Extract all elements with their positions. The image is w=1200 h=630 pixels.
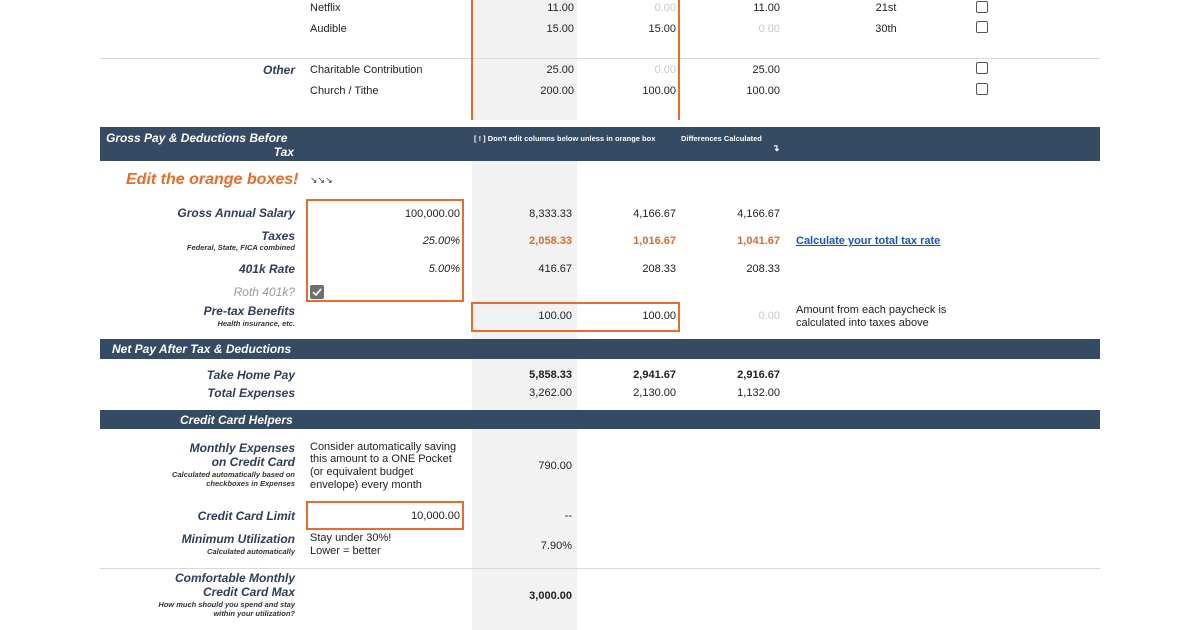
editable-column-border-right [678,0,680,120]
edit-orange-boxes-hint: Edit the orange boxes! [126,171,299,188]
min-utilization-description: Stay under 30%! [310,532,392,544]
expense-paycheck2: 25.00 [752,64,780,76]
differences-calculated-note: Differences Calculated [681,134,762,143]
comfortable-max-sublabel: How much should you spend and stay [158,600,295,609]
take-home-paycheck2: 2,916.67 [737,369,780,381]
salary-monthly: 8,333.33 [529,208,572,220]
pretax-note: Amount from each paycheck is [796,304,947,316]
k401-paycheck2: 208.33 [746,263,780,275]
editable-column-border-left [471,0,473,120]
monthly-column-bg-top [472,0,577,120]
taxes-paycheck2: 1,041.67 [737,235,780,247]
pretax-input-box [471,302,680,332]
k401-rate-label: 401k Rate [238,262,295,276]
cc-monthly-sublabel: Calculated automatically based on [172,470,295,479]
section-title: Credit Card Helpers [180,413,293,427]
expense-total: 11.00 [547,2,574,14]
expense-paycheck2: 11.00 [753,2,780,14]
cc-monthly-description: Consider automatically saving [310,441,457,453]
down-arrow-icon: ↴ [772,143,780,153]
section-divider [100,58,1100,59]
take-home-label: Take Home Pay [206,368,295,382]
pretax-paycheck2: 0.00 [758,310,780,322]
expense-paycheck1: 100.00 [642,85,676,97]
cc-limit-value: -- [564,510,572,522]
net-pay-section-header: Net Pay After Tax & Deductions [100,339,1100,359]
total-expenses-paycheck2: 1,132.00 [737,387,780,399]
section-title: Gross Pay & Deductions Before [106,131,288,145]
total-expenses-monthly: 3,262.00 [529,387,572,399]
gross-pay-section-header: Gross Pay & Deductions Before Tax [ ! ] … [100,127,1100,161]
cc-monthly-sublabel-cont: checkboxes in Expenses [206,479,295,488]
expense-credit-card-checkbox[interactable] [976,21,988,33]
k401-paycheck1: 208.33 [642,263,676,275]
salary-paycheck2: 4,166.67 [737,208,780,220]
take-home-paycheck1: 2,941.67 [633,369,676,381]
min-utilization-label: Minimum Utilization [181,532,295,546]
pretax-note-cont: calculated into taxes above [796,317,929,329]
expense-paycheck1: 0.00 [654,2,676,14]
roth-401k-label: Roth 401k? [233,285,295,299]
section-title: Net Pay After Tax & Deductions [112,342,292,356]
expense-name: Charitable Contribution [310,64,423,76]
taxes-label: Taxes [261,229,295,243]
expense-paycheck1: 15.00 [648,23,676,35]
edit-warning-note: [ ! ] Don't edit columns below unless in… [474,134,656,143]
expense-due-date: 30th [875,23,897,35]
min-utilization-sublabel: Calculated automatically [207,547,295,556]
min-utilization-value: 7.90% [540,540,572,552]
expense-due-date: 21st [875,2,897,14]
total-expenses-label: Total Expenses [207,386,295,400]
total-expenses-paycheck1: 2,130.00 [633,387,676,399]
pretax-benefits-label: Pre-tax Benefits [203,304,295,318]
comfortable-max-label-cont: Credit Card Max [202,585,295,599]
expense-total: 15.00 [546,23,574,35]
category-label-other: Other [262,63,295,77]
salary-paycheck1: 4,166.67 [633,208,676,220]
section-title-cont: Tax [273,145,294,159]
expense-paycheck2: 0.00 [758,23,780,35]
comfortable-max-label: Comfortable Monthly [175,571,295,585]
expense-total: 25.00 [546,64,574,76]
taxes-sublabel: Federal, State, FICA combined [186,243,295,252]
arrow-icon: ↘↘↘ [310,175,333,185]
expense-paycheck2: 100.00 [746,85,780,97]
monthly-column-bg-net [472,359,577,411]
cc-limit-label: Credit Card Limit [197,509,295,523]
cc-monthly-description: envelope) every month [310,479,422,491]
credit-card-section-header: Credit Card Helpers [100,410,1100,429]
expense-paycheck1: 0.00 [654,64,676,76]
expense-name: Netflix [310,2,341,14]
comfortable-max-sublabel-cont: within your utilization? [213,609,295,618]
taxes-paycheck1: 1,016.67 [633,235,676,247]
expense-name: Audible [310,23,347,35]
expense-name: Church / Tithe [310,85,379,97]
expense-credit-card-checkbox[interactable] [976,1,988,13]
k401-monthly: 416.67 [538,263,572,275]
calculate-tax-rate-link[interactable]: Calculate your total tax rate [796,235,940,247]
cc-limit-input[interactable]: 10,000.00 [310,510,460,522]
cc-monthly-description: (or equivalent budget [310,466,414,478]
taxes-monthly: 2,058.33 [529,235,572,247]
section-divider [100,568,1100,569]
gross-salary-label: Gross Annual Salary [177,206,295,220]
take-home-monthly: 5,858.33 [529,369,572,381]
cc-monthly-label: Monthly Expenses [189,441,295,455]
cc-monthly-label-cont: on Credit Card [211,455,295,469]
expense-total: 200.00 [540,85,574,97]
pretax-benefits-sublabel: Health insurance, etc. [217,319,295,328]
cc-monthly-value: 790.00 [538,460,572,472]
editable-inputs-box [306,199,464,302]
expense-credit-card-checkbox[interactable] [976,83,988,95]
cc-monthly-description: this amount to a ONE Pocket [310,453,452,465]
expense-credit-card-checkbox[interactable] [976,62,988,74]
comfortable-max-value: 3,000.00 [529,590,572,602]
min-utilization-description: Lower = better [310,545,381,557]
